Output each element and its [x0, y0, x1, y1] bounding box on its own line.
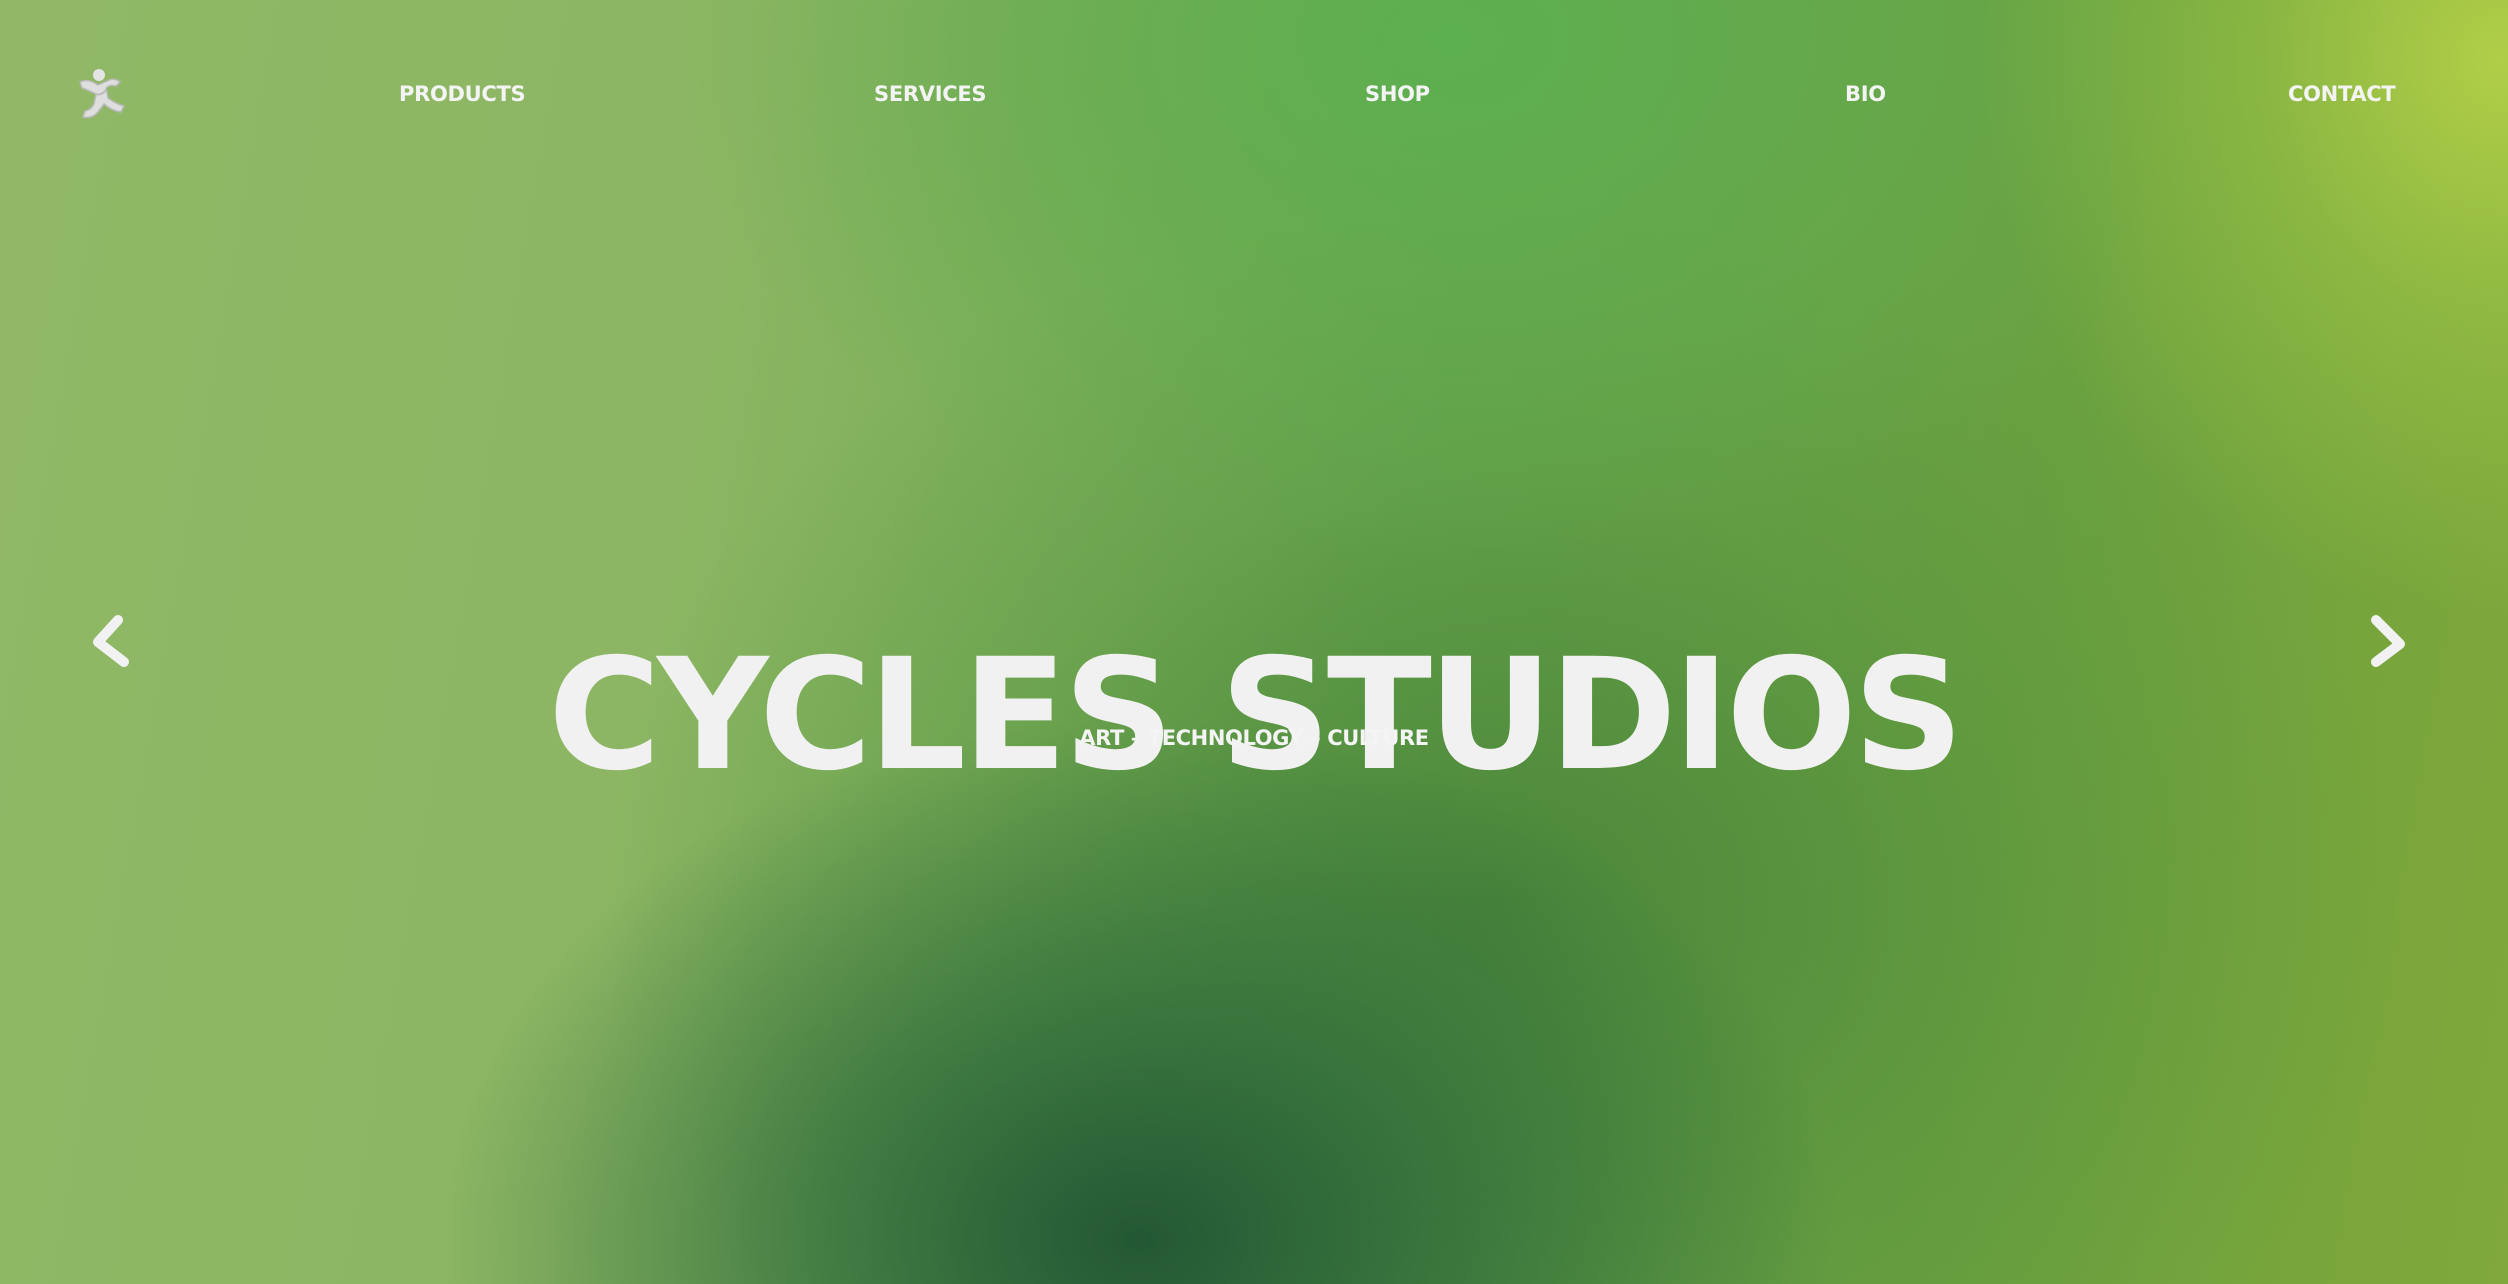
nav-link-shop[interactable]: SHOP	[1365, 82, 1430, 106]
hero-title: CYCLES STUDIOS	[548, 626, 1964, 806]
hero-subtitle: ART – TECHNOLOGY – CULTURE	[1079, 726, 1429, 750]
nav-link-contact[interactable]: CONTACT	[2288, 82, 2396, 106]
logo[interactable]	[74, 68, 132, 120]
chevron-right-icon	[2371, 615, 2405, 667]
carousel-next-button[interactable]	[2362, 612, 2412, 672]
running-figure-logo-icon	[79, 69, 126, 119]
nav-link-bio[interactable]: BIO	[1845, 82, 1886, 106]
nav-link-services[interactable]: SERVICES	[874, 82, 986, 106]
top-navigation: PRODUCTS SERVICES SHOP BIO CONTACT	[0, 68, 2508, 128]
nav-link-products[interactable]: PRODUCTS	[399, 82, 526, 106]
